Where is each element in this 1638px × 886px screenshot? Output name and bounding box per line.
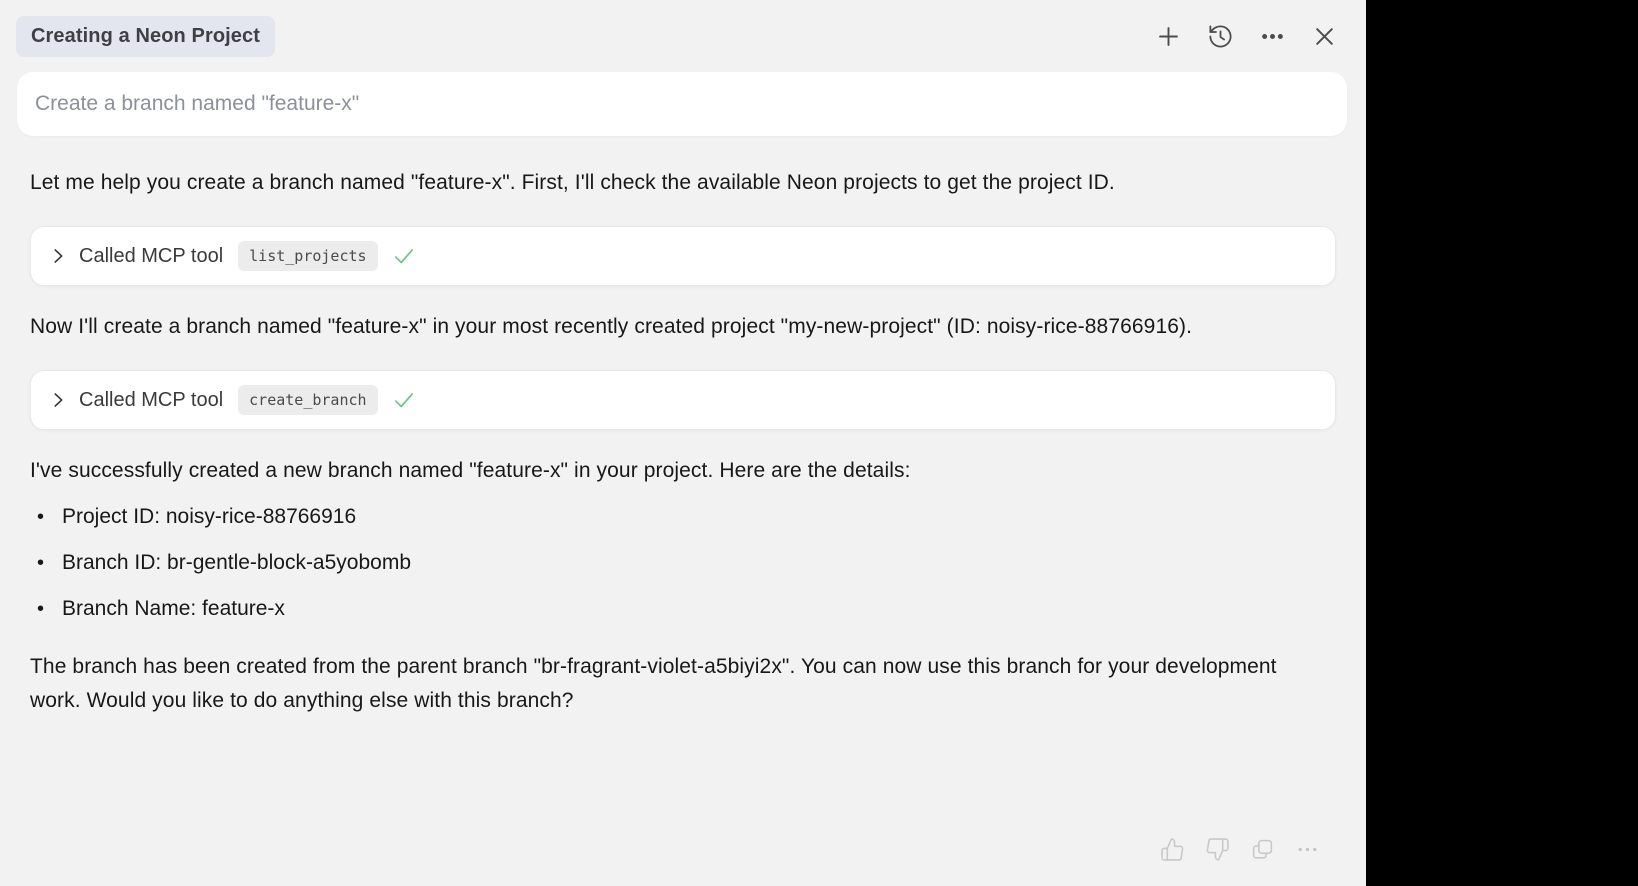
tool-name-badge: list_projects [238, 241, 377, 271]
close-icon[interactable] [1311, 23, 1338, 50]
success-check-icon [391, 387, 417, 413]
tool-call-label: Called MCP tool [79, 245, 223, 268]
chat-title-badge[interactable]: Creating a Neon Project [16, 16, 275, 57]
panel-header: Creating a Neon Project [0, 0, 1366, 70]
thumbs-down-icon[interactable] [1205, 837, 1230, 862]
user-message-bubble[interactable]: Create a branch named "feature-x" [17, 72, 1347, 136]
list-item: Branch ID: br-gentle-block-a5yobomb [30, 546, 1336, 580]
more-icon[interactable] [1295, 837, 1320, 862]
success-check-icon [391, 243, 417, 269]
assistant-paragraph: Now I'll create a branch named "feature-… [30, 310, 1278, 344]
chat-panel: Creating a Neon Project [0, 0, 1366, 886]
assistant-paragraph: I've successfully created a new branch n… [30, 454, 1278, 488]
outside-panel-area [1366, 0, 1638, 886]
chevron-right-icon [47, 245, 69, 267]
message-actions [1160, 837, 1320, 862]
copy-icon[interactable] [1250, 837, 1275, 862]
assistant-paragraph: Let me help you create a branch named "f… [30, 166, 1278, 200]
list-item: Project ID: noisy-rice-88766916 [30, 500, 1336, 534]
list-item: Branch Name: feature-x [30, 592, 1336, 626]
plus-icon[interactable] [1155, 23, 1182, 50]
thumbs-up-icon[interactable] [1160, 837, 1185, 862]
chevron-right-icon [47, 389, 69, 411]
user-message-text: Create a branch named "feature-x" [35, 92, 359, 116]
branch-details-list: Project ID: noisy-rice-88766916 Branch I… [30, 500, 1336, 626]
tool-call-card-create-branch[interactable]: Called MCP tool create_branch [30, 370, 1336, 430]
tool-name-badge: create_branch [238, 385, 377, 415]
header-toolbar [1155, 23, 1338, 50]
history-icon[interactable] [1207, 23, 1234, 50]
tool-call-label: Called MCP tool [79, 389, 223, 412]
assistant-paragraph: The branch has been created from the par… [30, 650, 1278, 718]
tool-call-card-list-projects[interactable]: Called MCP tool list_projects [30, 226, 1336, 286]
conversation: Let me help you create a branch named "f… [0, 166, 1366, 718]
more-icon[interactable] [1259, 23, 1286, 50]
